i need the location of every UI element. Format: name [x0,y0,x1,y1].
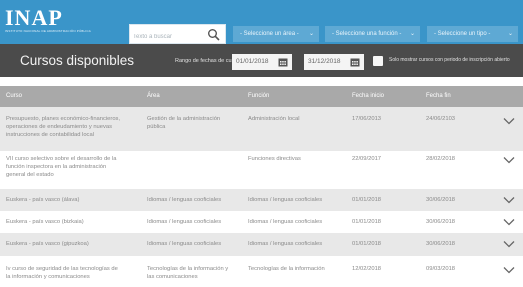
open-enrollment-checkbox[interactable] [373,56,383,66]
course-area: Idiomas / lenguas cooficiales [147,219,222,225]
search-icon[interactable] [207,28,221,41]
course-name: Presupuesto, planes económico-financiero… [6,116,121,138]
table-row[interactable]: Euskera - país vasco (álava) Idiomas / l… [0,189,523,211]
expand-chevron-icon[interactable] [503,240,515,248]
course-start-date: 12/02/2018 [352,266,382,272]
inap-logo[interactable]: INAP INSTITUTO NACIONAL DE ADMINISTRACIÓ… [5,5,93,38]
course-area: Tecnologías de la información y las comun… [147,266,229,280]
expand-chevron-icon[interactable] [503,196,515,204]
course-end-date: 24/06/2103 [426,116,456,122]
expand-chevron-icon[interactable] [503,156,515,164]
column-header-fecha-inicio[interactable]: Fecha inicio [352,93,384,99]
logo-text: INAP [5,5,63,30]
table-row[interactable]: Presupuesto, planes económico-financiero… [0,107,523,151]
date-to-field[interactable]: 31/12/2018 [304,54,364,70]
top-bar: INAP INSTITUTO NACIONAL DE ADMINISTRACIÓ… [0,0,523,46]
page-title: Cursos disponibles [20,53,135,68]
date-to-value: 31/12/2018 [308,58,341,65]
tipo-select[interactable]: - Seleccione un tipo - ⌄ [427,26,518,42]
column-header-funcion[interactable]: Función [248,93,269,99]
open-enrollment-label: Solo mostrar cursos con periodo de inscr… [389,57,510,63]
course-name: Euskera - país vasco (gipuzkoa) [6,241,89,247]
course-start-date: 01/01/2018 [352,241,382,247]
course-function: Funciones directivas [248,156,301,162]
course-end-date: 30/06/2018 [426,197,456,203]
table-row[interactable]: Euskera - país vasco (bizkaia) Idiomas /… [0,211,523,233]
logo-subtext: INSTITUTO NACIONAL DE ADMINISTRACIÓN PÚB… [5,29,91,33]
expand-chevron-icon[interactable] [503,266,515,274]
course-end-date: 09/03/2018 [426,266,456,272]
course-area: Idiomas / lenguas cooficiales [147,197,222,203]
course-area: Gestión de la administración pública [147,116,221,130]
expand-chevron-icon[interactable] [503,218,515,226]
table-row[interactable]: Iv curso de seguridad de las tecnologías… [0,256,523,287]
calendar-icon[interactable] [278,57,288,67]
calendar-icon[interactable] [350,57,360,67]
course-end-date: 28/02/2018 [426,156,456,162]
funcion-select[interactable]: - Seleccione una función - ⌄ [325,26,420,42]
course-end-date: 30/06/2018 [426,241,456,247]
column-header-area[interactable]: Área [147,93,160,99]
chevron-down-icon: ⌄ [409,31,415,37]
table-row[interactable]: VII curso selectivo sobre el desarrollo … [0,151,523,188]
course-name: VII curso selectivo sobre el desarrollo … [6,156,117,178]
chevron-down-icon: ⌄ [308,31,314,37]
search-box [129,24,226,46]
course-start-date: 01/01/2018 [352,219,382,225]
course-name: Iv curso de seguridad de las tecnologías… [6,266,118,280]
title-bar: Cursos disponibles Rango de fechas de cu… [0,44,523,77]
column-header-fecha-fin[interactable]: Fecha fin [426,93,451,99]
chevron-down-icon: ⌄ [507,31,513,37]
course-name: Euskera - país vasco (bizkaia) [6,219,84,225]
course-function: Idiomas / lenguas cooficiales [248,219,323,225]
course-function: Idiomas / lenguas cooficiales [248,241,323,247]
funcion-select-value: - Seleccione una función - [332,31,402,37]
course-start-date: 17/06/2013 [352,116,382,122]
expand-chevron-icon[interactable] [503,117,515,125]
course-function: Administración local [248,116,300,122]
column-header-curso[interactable]: Curso [6,93,22,99]
course-start-date: 01/01/2018 [352,197,382,203]
area-select-value: - Seleccione un área - [240,31,299,37]
course-end-date: 30/06/2018 [426,219,456,225]
course-name: Euskera - país vasco (álava) [6,197,80,203]
table-header: Curso Área Función Fecha inicio Fecha fi… [0,86,523,107]
course-area: Idiomas / lenguas cooficiales [147,241,222,247]
date-from-field[interactable]: 01/01/2018 [232,54,292,70]
course-function: Idiomas / lenguas cooficiales [248,197,323,203]
table-row[interactable]: Euskera - país vasco (gipuzkoa) Idiomas … [0,233,523,256]
date-from-value: 01/01/2018 [236,58,269,65]
tipo-select-value: - Seleccione un tipo - [434,31,491,37]
course-start-date: 22/09/2017 [352,156,382,162]
area-select[interactable]: - Seleccione un área - ⌄ [233,26,319,42]
course-function: Tecnologías de la información [248,266,325,272]
